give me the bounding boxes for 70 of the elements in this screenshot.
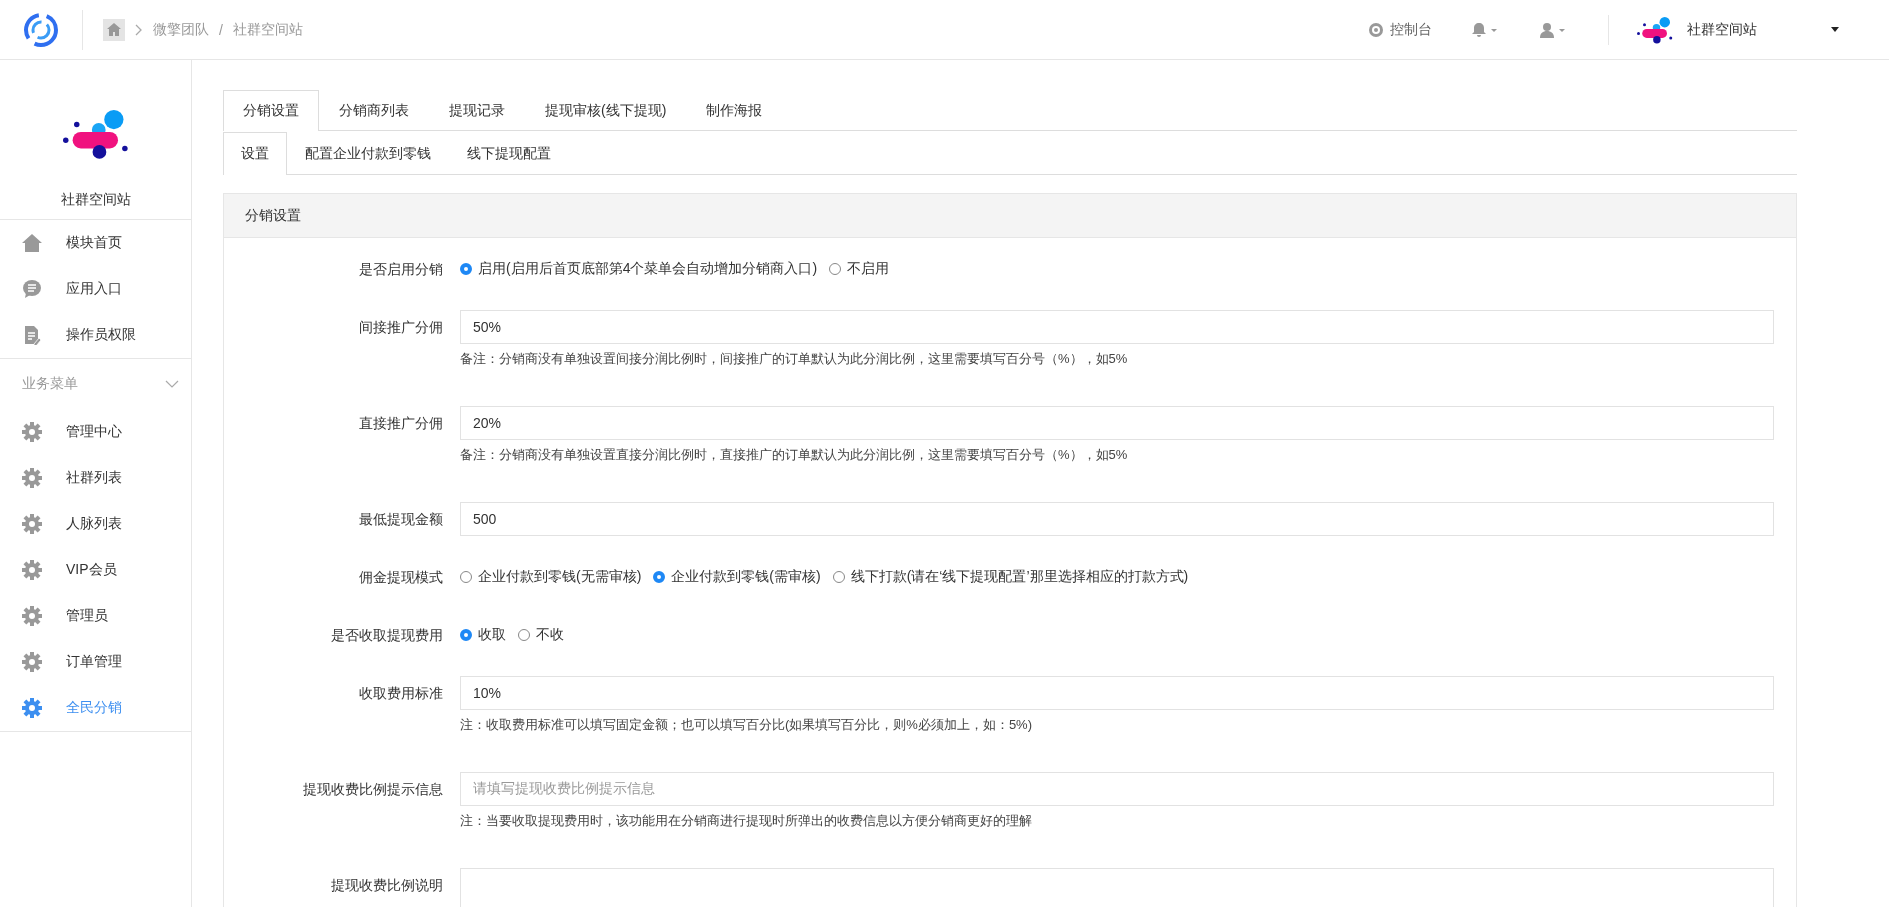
- tab[interactable]: 提现审核(线下提现): [525, 90, 687, 131]
- dots-logo: [62, 107, 129, 161]
- sidebar-item[interactable]: VIP会员: [0, 547, 191, 593]
- caret-down-icon[interactable]: [1831, 27, 1839, 32]
- radio-button[interactable]: [460, 263, 472, 275]
- sidebar-item[interactable]: 人脉列表: [0, 501, 191, 547]
- sidebar-item[interactable]: 管理员: [0, 593, 191, 639]
- field-label: 直接推广分佣: [358, 414, 444, 433]
- home-icon: [22, 233, 42, 253]
- radio-option[interactable]: 收取: [460, 626, 506, 644]
- option-label: 收取: [478, 626, 506, 644]
- help-text: 备注：分销商没有单独设置间接分润比例时，间接推广的订单默认为此分润比例，这里需要填写百分号（%），如5%: [460, 350, 1129, 368]
- field-label: 是否收取提现费用: [330, 626, 444, 645]
- gear-icon: [22, 698, 42, 718]
- input-field[interactable]: 20%: [460, 406, 1774, 440]
- help-text: 注：当要收取提现费用时，该功能用在分销商进行提现时所弹出的收费信息以方便分销商更好的理解: [460, 812, 1033, 830]
- breadcrumb-separator: /: [219, 21, 223, 38]
- document-edit-icon: [22, 325, 42, 345]
- field-label: 佣金提现模式: [358, 568, 444, 587]
- field-label: 最低提现金额: [358, 510, 444, 529]
- radio-button[interactable]: [460, 629, 472, 641]
- tab[interactable]: 分销商列表: [319, 90, 429, 131]
- tab[interactable]: 制作海报: [686, 90, 783, 131]
- tab[interactable]: 设置: [223, 132, 287, 175]
- input-field[interactable]: 50%: [460, 310, 1774, 344]
- chevron-down-icon: [165, 380, 179, 388]
- field-label: 提现收费比例提示信息: [302, 780, 444, 799]
- dots-logo: [1637, 14, 1673, 45]
- sidebar-item[interactable]: 管理中心: [0, 409, 191, 455]
- option-label: 不收: [536, 626, 564, 644]
- app-name: 社群空间站: [60, 191, 131, 209]
- gear-icon: [22, 514, 42, 534]
- input-field[interactable]: 500: [460, 502, 1774, 536]
- panel-header: 分销设置: [224, 194, 1796, 238]
- user-dropdown-icon[interactable]: [1540, 21, 1568, 38]
- chevron-right-icon: [135, 23, 143, 36]
- radio-button[interactable]: [653, 571, 666, 583]
- tab[interactable]: 线下提现配置: [449, 132, 569, 175]
- bell-dropdown-icon[interactable]: [1472, 21, 1500, 38]
- home-button[interactable]: [103, 18, 125, 41]
- field-label: 是否启用分销: [358, 260, 444, 279]
- option-label: 不启用: [847, 260, 890, 278]
- sidebar-item[interactable]: 模块首页: [0, 220, 191, 266]
- gauge-icon: [1368, 21, 1384, 38]
- field-label: 间接推广分佣: [358, 318, 444, 337]
- sidebar-item[interactable]: 订单管理: [0, 639, 191, 685]
- gear-icon: [22, 422, 42, 442]
- gear-icon: [22, 468, 42, 488]
- sidebar-item[interactable]: 应用入口: [0, 266, 191, 312]
- logo-icon[interactable]: [23, 11, 59, 48]
- input-field[interactable]: 10%: [460, 676, 1774, 710]
- tab[interactable]: 分销设置: [223, 90, 319, 131]
- gear-icon: [22, 560, 42, 580]
- help-text: 备注：分销商没有单独设置直接分润比例时，直接推广的订单默认为此分润比例，这里需要填写百分号（%），如5%: [460, 446, 1129, 464]
- console-link[interactable]: 控制台: [1368, 20, 1432, 39]
- help-text: 注：收取费用标准可以填写固定金额；也可以填写百分比(如果填写百分比，则%必须加上，如：5%): [460, 716, 1033, 734]
- tab[interactable]: 提现记录: [429, 90, 525, 131]
- tab[interactable]: 配置企业付款到零钱: [287, 132, 449, 175]
- sidebar-item[interactable]: 操作员权限: [0, 312, 191, 358]
- radio-option[interactable]: 不启用: [829, 260, 890, 278]
- field-label: 提现收费比例说明: [330, 876, 444, 895]
- field-label: 收取费用标准: [358, 684, 444, 703]
- account-name[interactable]: 社群空间站: [1687, 20, 1757, 39]
- gear-icon: [22, 652, 42, 672]
- home-icon: [107, 23, 121, 36]
- chat-bubble-icon: [22, 279, 42, 299]
- sidebar-item[interactable]: 社群列表: [0, 455, 191, 501]
- section-title: 业务菜单: [22, 375, 78, 393]
- gear-icon: [22, 606, 42, 626]
- radio-option[interactable]: 不收: [518, 626, 564, 644]
